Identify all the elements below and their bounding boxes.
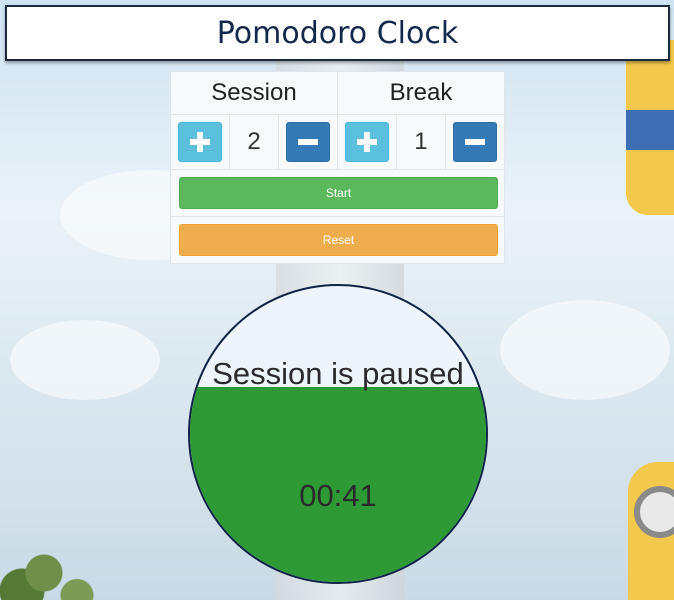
session-header: Session <box>170 71 338 115</box>
reset-button[interactable]: Reset <box>179 224 498 256</box>
timer-status: Session is paused <box>212 356 464 391</box>
background-minion <box>628 462 674 600</box>
break-decrement-button[interactable] <box>453 122 498 162</box>
background-cloud <box>10 320 160 400</box>
plus-icon <box>356 132 377 152</box>
timer-time: 00:41 <box>299 478 377 513</box>
start-button[interactable]: Start <box>179 177 498 209</box>
break-length-value: 1 <box>395 114 447 170</box>
minus-icon <box>465 139 486 145</box>
session-increment-button[interactable] <box>177 122 222 162</box>
break-header: Break <box>336 71 506 115</box>
break-increment-button[interactable] <box>344 122 389 162</box>
title-bar: Pomodoro Clock <box>5 5 670 61</box>
background-cloud <box>500 300 670 400</box>
plus-icon <box>189 132 210 152</box>
session-decrement-button[interactable] <box>286 122 331 162</box>
background-minion <box>626 40 674 215</box>
session-length-value: 2 <box>228 114 280 170</box>
minus-icon <box>298 139 319 145</box>
background-tree <box>0 510 110 600</box>
timer-clock[interactable]: Session is paused 00:41 <box>188 284 488 584</box>
page-title: Pomodoro Clock <box>216 15 459 51</box>
settings-table: Session Break 2 1 Start Reset <box>170 71 506 264</box>
